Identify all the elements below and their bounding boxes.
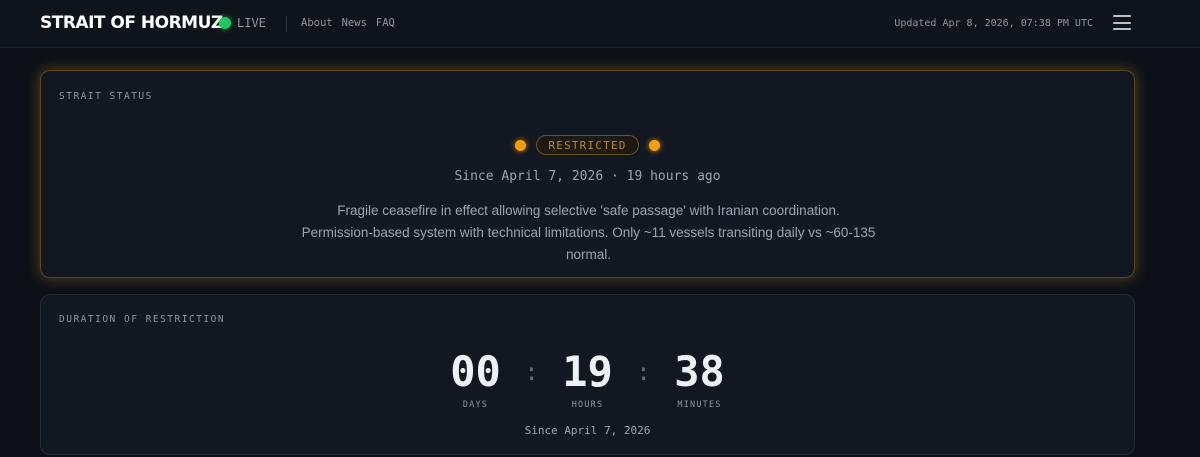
top-navigation-bar: STRAIT OF HORMUZ LIVE About News FAQ Upd… [0,0,1200,48]
days-unit: 00 DAYS [445,347,507,411]
minutes-value: 38 [674,347,725,396]
days-value: 00 [450,347,501,396]
hours-label: HOURS [571,400,604,410]
site-title[interactable]: STRAIT OF HORMUZ [40,13,223,33]
strait-status-card: STRAIT STATUS RESTRICTED Since April 7, … [40,70,1135,278]
status-indicator-row: RESTRICTED [41,134,1134,156]
nav-link-news[interactable]: News [342,17,367,29]
hours-unit: 19 HOURS [557,347,619,411]
status-description: Fragile ceasefire in effect allowing sel… [301,203,876,262]
card-title: DURATION OF RESTRICTION [59,314,226,325]
status-badge: RESTRICTED [536,135,639,155]
nav-link-faq[interactable]: FAQ [376,17,395,29]
hours-value: 19 [562,347,613,396]
card-title: STRAIT STATUS [59,91,153,102]
live-label: LIVE [237,16,266,30]
duration-since: Since April 7, 2026 [524,424,651,437]
live-indicator-icon [219,17,231,29]
time-separator: : [636,358,651,386]
last-updated-timestamp: Updated Apr 8, 2026, 07:38 PM UTC [894,18,1093,29]
main-nav: About News FAQ [301,17,395,29]
duration-card: DURATION OF RESTRICTION 00 DAYS : 19 HOU… [40,294,1135,455]
nav-link-about[interactable]: About [301,17,333,29]
minutes-unit: 38 MINUTES [669,347,731,411]
status-dot-icon [515,139,527,151]
days-label: DAYS [462,400,489,410]
status-dot-icon [648,139,660,151]
time-separator: : [524,358,539,386]
status-since: Since April 7, 2026 · 19 hours ago [454,169,721,184]
hamburger-menu-icon[interactable] [1113,15,1131,30]
minutes-label: MINUTES [677,400,722,410]
nav-divider [286,16,287,32]
duration-counter: 00 DAYS : 19 HOURS : 38 MINUTES [41,347,1134,411]
